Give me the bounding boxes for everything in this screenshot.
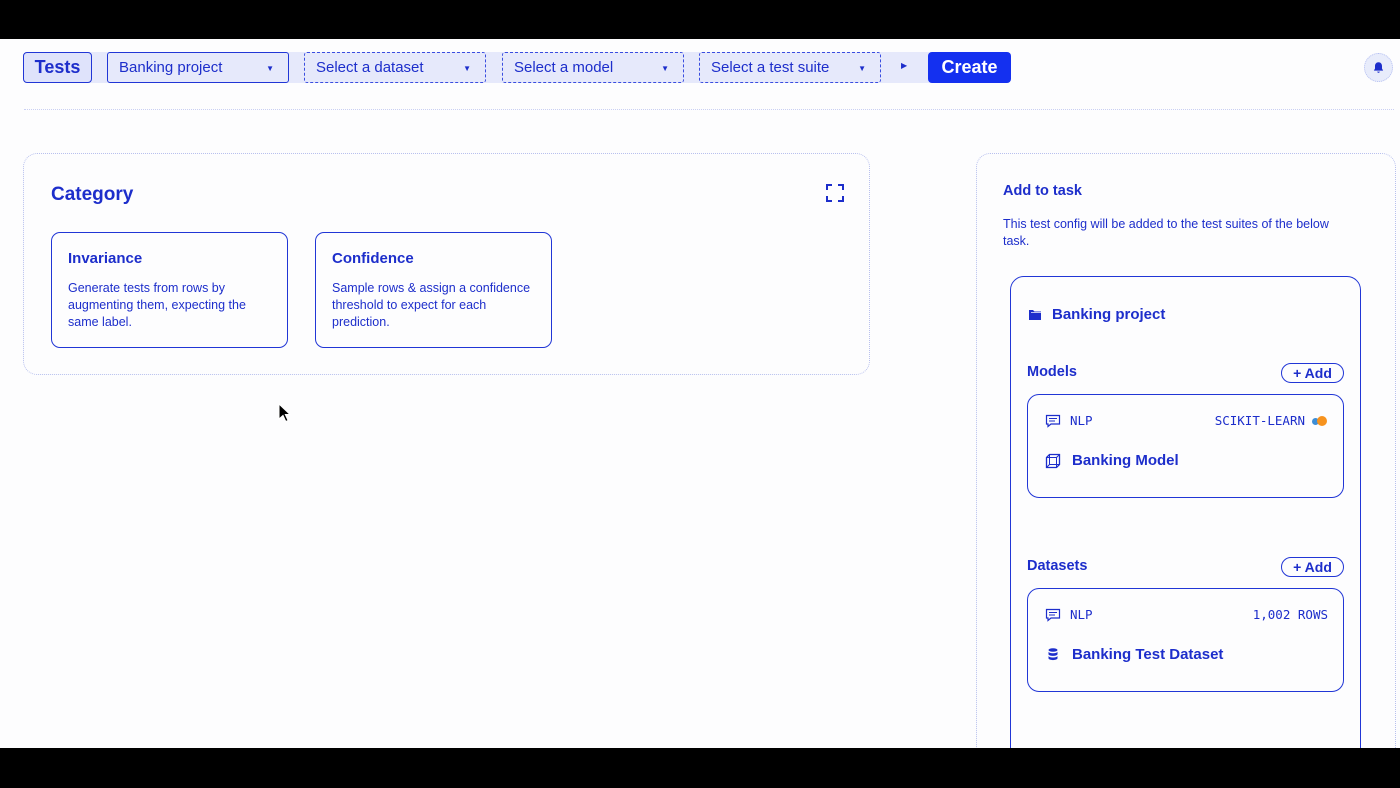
model-type-label: NLP [1070, 413, 1093, 428]
dataset-row-count-label: 1,002 ROWS [1252, 607, 1328, 622]
caret-right-icon: ▶ [901, 61, 908, 70]
dataset-item[interactable]: NLP 1,002 ROWS Banking Test Dataset [1027, 588, 1344, 692]
dataset-select[interactable]: Select a dataset ▼ [304, 52, 486, 83]
task-project-box: Banking project Models + Add NLP SCIKIT-… [1010, 276, 1361, 748]
model-type: NLP [1045, 413, 1093, 428]
card-title: Confidence [332, 250, 414, 267]
caret-down-icon: ▼ [266, 64, 274, 73]
chat-icon [1045, 608, 1061, 622]
top-toolbar: Tests Banking project ▼ Select a dataset… [0, 39, 1400, 97]
dataset-type: NLP [1045, 607, 1093, 622]
dataset-row-count: 1,002 ROWS [1253, 607, 1328, 622]
expand-icon[interactable] [826, 184, 844, 202]
category-card-invariance[interactable]: Invariance Generate tests from rows by a… [51, 232, 291, 423]
add-dataset-button[interactable]: + Add [1281, 557, 1344, 577]
app-window: Tests Banking project ▼ Select a dataset… [0, 39, 1400, 748]
task-project-name: Banking project [1052, 306, 1166, 323]
category-title: Category [51, 184, 134, 205]
bell-icon [1373, 62, 1384, 73]
model-framework-label: SCIKIT-LEARN [1214, 413, 1305, 428]
create-button[interactable]: Create [928, 52, 1011, 83]
model-name: Banking Model [1045, 452, 1179, 469]
caret-down-icon: ▼ [463, 64, 471, 73]
add-to-task-panel: Add to task This test config will be add… [976, 153, 1396, 748]
dataset-type-label: NLP [1070, 607, 1093, 622]
model-select[interactable]: Select a model ▼ [502, 52, 684, 83]
database-icon [1048, 647, 1058, 660]
toolbar-divider [24, 109, 1394, 110]
add-to-task-description: This test config will be added to the te… [1003, 217, 1329, 248]
datasets-label: Datasets [1027, 558, 1088, 574]
model-name-label: Banking Model [1072, 452, 1179, 469]
card-description: Sample rows & assign a confidence thresh… [332, 281, 531, 329]
models-label: Models [1027, 364, 1077, 380]
dataset-name-label: Banking Test Dataset [1072, 646, 1224, 663]
category-panel: Category Invariance Generate tests from … [23, 153, 870, 423]
caret-down-icon: ▼ [858, 64, 866, 73]
tests-button[interactable]: Tests [23, 52, 92, 83]
add-model-button[interactable]: + Add [1281, 363, 1344, 383]
category-card-confidence[interactable]: Confidence Sample rows & assign a confid… [315, 232, 552, 348]
project-select[interactable]: Banking project ▼ [107, 52, 289, 83]
model-select-label: Select a model [514, 59, 614, 76]
folder-icon [1029, 309, 1041, 320]
dataset-name: Banking Test Dataset [1045, 646, 1223, 663]
test-suite-select-label: Select a test suite [711, 59, 830, 76]
caret-down-icon: ▼ [661, 64, 669, 73]
dataset-select-label: Select a dataset [316, 59, 424, 76]
card-description: Generate tests from rows by augmenting t… [68, 281, 246, 329]
notifications-button[interactable] [1364, 53, 1393, 82]
mouse-cursor-icon [278, 403, 291, 423]
card-title: Invariance [68, 250, 143, 267]
model-item[interactable]: NLP SCIKIT-LEARN Banking Model [1027, 394, 1344, 498]
scikit-learn-icon [1312, 415, 1328, 427]
task-project: Banking project [1028, 306, 1165, 323]
project-select-label: Banking project [119, 59, 223, 76]
cube-icon [1045, 453, 1061, 468]
chat-icon [1045, 414, 1061, 428]
add-to-task-title: Add to task [1003, 183, 1082, 199]
test-suite-select[interactable]: Select a test suite ▼ [699, 52, 881, 83]
model-framework: SCIKIT-LEARN [1215, 413, 1328, 428]
